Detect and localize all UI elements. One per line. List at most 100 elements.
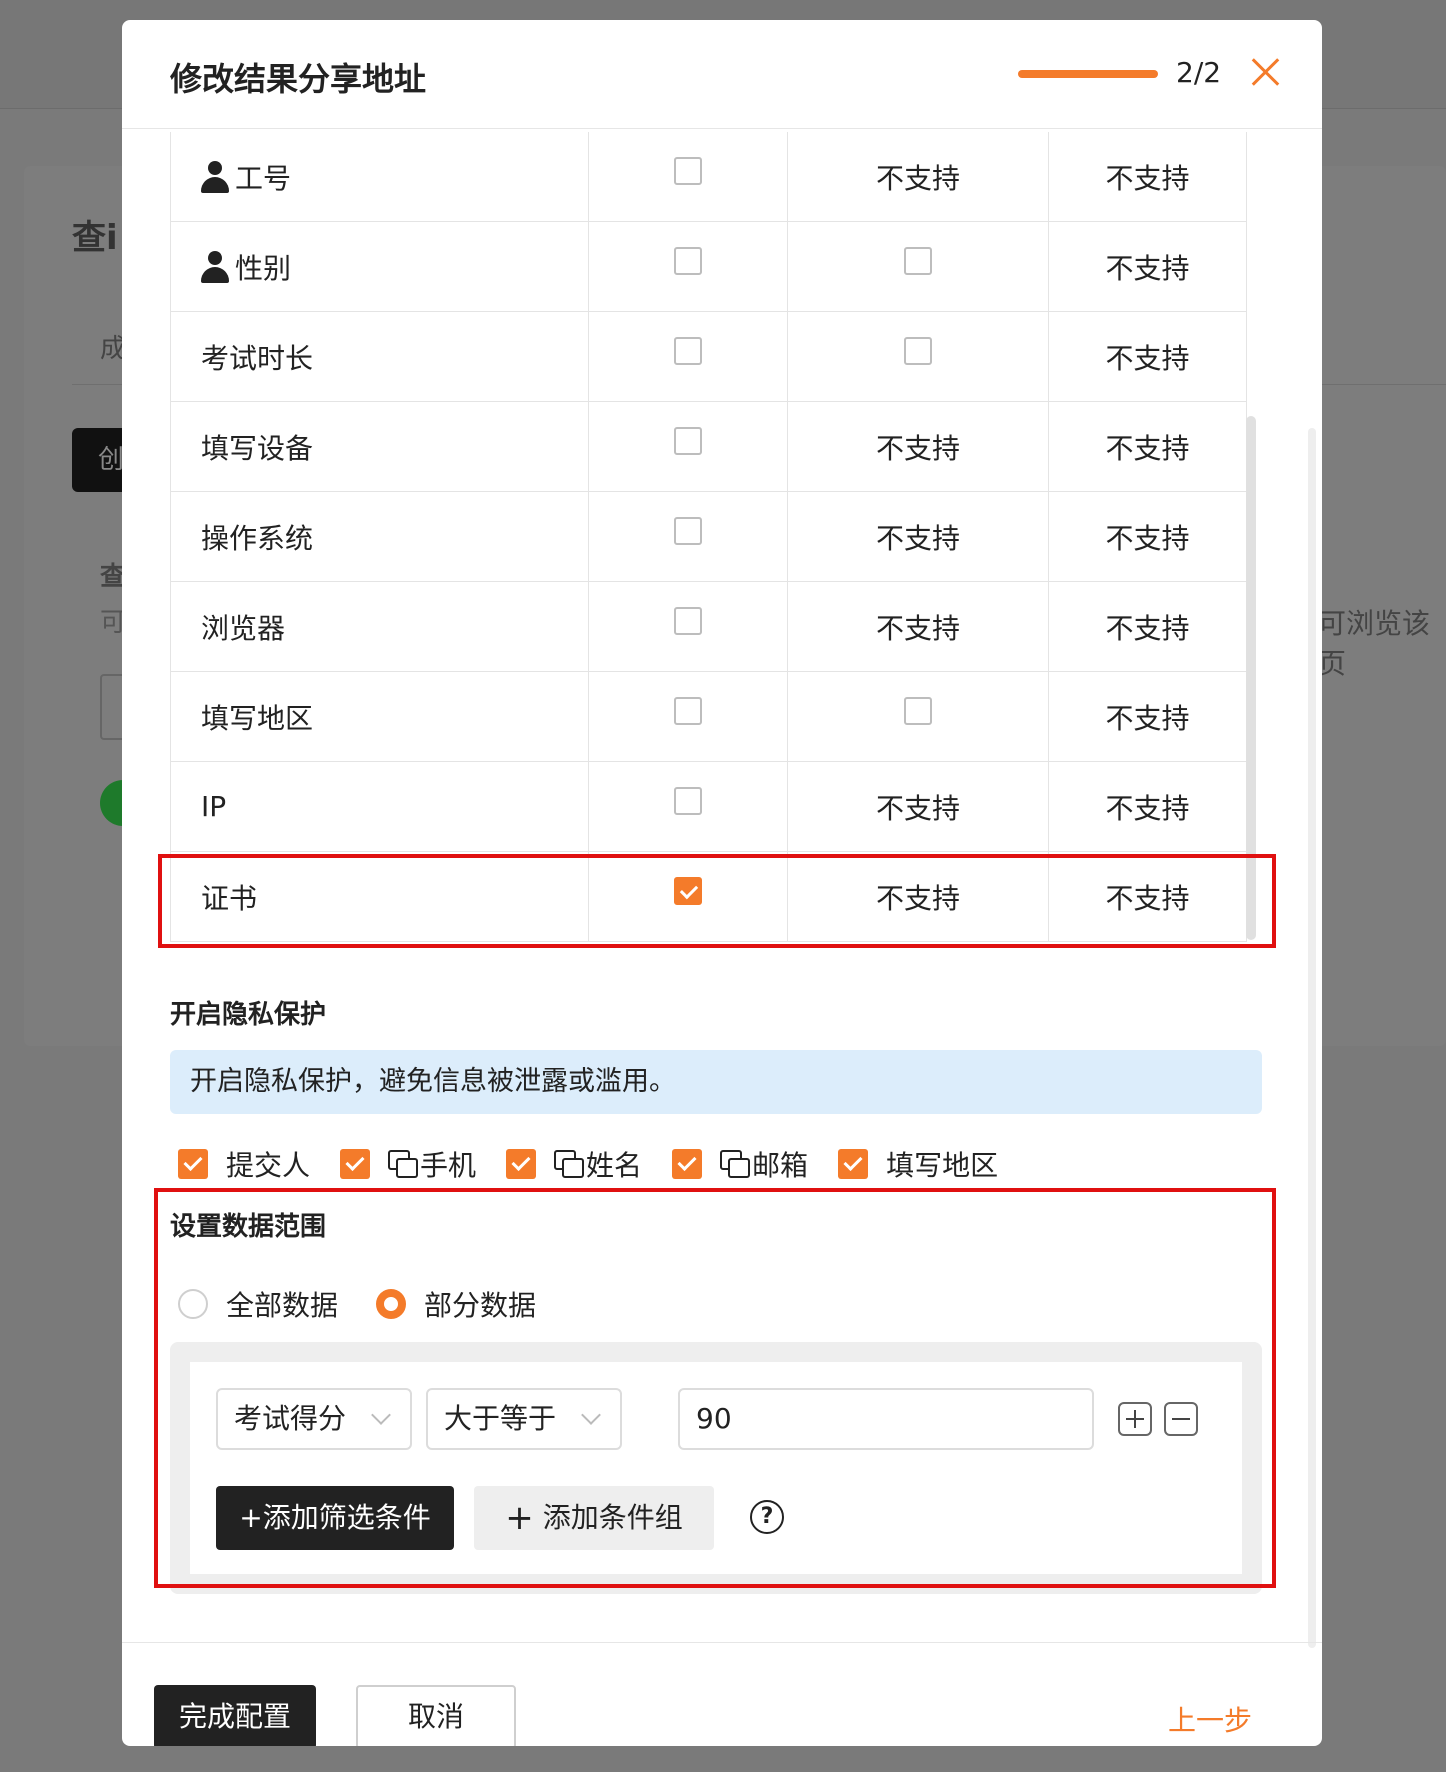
unsupported-text: 不支持 xyxy=(1105,701,1190,735)
table-scrollbar[interactable] xyxy=(1246,416,1256,940)
col4-cell: 不支持 xyxy=(1049,852,1247,941)
col4-cell: 不支持 xyxy=(1049,132,1247,221)
privacy-option[interactable]: 填写地区 xyxy=(838,1144,998,1184)
filter-field-select[interactable]: 考试得分 xyxy=(216,1388,412,1450)
unsupported-text: 不支持 xyxy=(1105,431,1190,465)
field-name-cell: IP xyxy=(171,762,589,851)
checkbox[interactable] xyxy=(674,786,702,815)
col3-cell: 不支持 xyxy=(788,132,1049,221)
unsupported-text: 不支持 xyxy=(1105,521,1190,555)
show-column-cell xyxy=(589,222,788,311)
field-name-label: 工号 xyxy=(235,161,292,195)
filter-value-input[interactable]: 90 xyxy=(678,1388,1094,1450)
unsupported-text: 不支持 xyxy=(875,881,960,915)
user-icon xyxy=(201,250,229,283)
privacy-option[interactable]: 手机 xyxy=(340,1144,476,1184)
unsupported-text: 不支持 xyxy=(875,521,960,555)
table-row: 填写地区 不支持 xyxy=(171,672,1247,762)
add-condition-plus-icon[interactable] xyxy=(1118,1402,1152,1436)
col4-cell: 不支持 xyxy=(1049,582,1247,671)
unsupported-text: 不支持 xyxy=(1105,251,1190,285)
modal-header: 修改结果分享地址 2/2 xyxy=(122,20,1322,129)
col3-cell: 不支持 xyxy=(788,492,1049,581)
checkbox[interactable] xyxy=(674,246,702,275)
field-name-label: 浏览器 xyxy=(201,611,286,645)
step-indicator: 2/2 xyxy=(1176,56,1222,89)
radio-all-indicator[interactable] xyxy=(178,1289,208,1319)
checkbox[interactable] xyxy=(674,516,702,545)
checkbox-checked[interactable] xyxy=(340,1149,371,1179)
show-column-cell xyxy=(589,402,788,491)
field-name-cell: 浏览器 xyxy=(171,582,589,671)
privacy-option[interactable]: 邮箱 xyxy=(672,1144,808,1184)
col3-cell: 不支持 xyxy=(788,402,1049,491)
checkbox[interactable] xyxy=(904,336,932,365)
background-title: 查i xyxy=(72,218,118,258)
checkbox-checked[interactable] xyxy=(838,1149,869,1179)
remove-condition-minus-icon[interactable] xyxy=(1164,1402,1198,1436)
checkbox-checked[interactable] xyxy=(672,1149,703,1179)
filter-group-container: 考试得分 大于等于 90 +添加筛选条件 + 添加条件组 ? xyxy=(170,1342,1262,1594)
privacy-option-label: 邮箱 xyxy=(752,1149,809,1182)
col4-cell: 不支持 xyxy=(1049,222,1247,311)
show-column-cell xyxy=(589,762,788,851)
filter-operator-select[interactable]: 大于等于 xyxy=(426,1388,622,1450)
modal-title: 修改结果分享地址 xyxy=(170,60,427,98)
radio-all-data[interactable]: 全部数据 xyxy=(178,1284,338,1324)
add-filter-button[interactable]: +添加筛选条件 xyxy=(216,1486,454,1550)
col3-cell: 不支持 xyxy=(788,762,1049,851)
checkbox-checked[interactable] xyxy=(178,1149,208,1179)
radio-partial-label: 部分数据 xyxy=(424,1289,537,1322)
checkbox[interactable] xyxy=(904,696,932,725)
modal-footer: 完成配置 取消 上一步 xyxy=(122,1642,1322,1746)
checkbox[interactable] xyxy=(674,696,702,725)
privacy-option-label: 手机 xyxy=(420,1149,477,1182)
help-icon[interactable]: ? xyxy=(750,1500,784,1534)
cancel-button[interactable]: 取消 xyxy=(356,1685,516,1746)
table-row: 填写设备 不支持 不支持 xyxy=(171,402,1247,492)
field-name-cell: 考试时长 xyxy=(171,312,589,401)
field-name-label: 证书 xyxy=(201,881,258,915)
table-row: 操作系统 不支持 不支持 xyxy=(171,492,1247,582)
checkbox-checked[interactable] xyxy=(674,876,702,905)
privacy-option[interactable]: 提交人 xyxy=(178,1144,310,1184)
col4-cell: 不支持 xyxy=(1049,402,1247,491)
previous-step-link[interactable]: 上一步 xyxy=(1168,1699,1252,1739)
share-settings-modal: 修改结果分享地址 2/2 工号 不支持 不支持 性别 不支持 考试时长 不支持 填写设备 不支持… xyxy=(122,20,1322,1746)
show-column-cell xyxy=(589,492,788,581)
add-condition-group-label: 添加条件组 xyxy=(542,1501,683,1534)
unsupported-text: 不支持 xyxy=(1105,161,1190,195)
radio-partial-indicator[interactable] xyxy=(376,1289,407,1319)
close-icon[interactable] xyxy=(1248,54,1284,90)
plus-icon: + xyxy=(505,1498,534,1538)
field-name-label: IP xyxy=(201,790,227,823)
col4-cell: 不支持 xyxy=(1049,762,1247,851)
field-name-label: 填写地区 xyxy=(201,701,314,735)
col3-cell xyxy=(788,312,1049,401)
modal-scrollbar[interactable] xyxy=(1308,428,1316,1648)
unsupported-text: 不支持 xyxy=(1105,791,1190,825)
privacy-info-banner: 开启隐私保护，避免信息被泄露或滥用。 xyxy=(170,1050,1262,1114)
copy-icon xyxy=(554,1150,585,1178)
data-range-radio-group: 全部数据 部分数据 xyxy=(178,1284,574,1324)
checkbox[interactable] xyxy=(674,156,702,185)
checkbox[interactable] xyxy=(674,426,702,455)
checkbox[interactable] xyxy=(674,606,702,635)
checkbox-checked[interactable] xyxy=(506,1149,537,1179)
field-name-cell: 操作系统 xyxy=(171,492,589,581)
add-condition-group-button[interactable]: + 添加条件组 xyxy=(474,1486,714,1550)
col3-cell xyxy=(788,672,1049,761)
field-name-label: 操作系统 xyxy=(201,521,314,555)
table-row: 性别 不支持 xyxy=(171,222,1247,312)
checkbox[interactable] xyxy=(904,246,932,275)
finish-config-button[interactable]: 完成配置 xyxy=(154,1685,316,1746)
radio-partial-data[interactable]: 部分数据 xyxy=(376,1284,536,1324)
show-column-cell xyxy=(589,582,788,671)
unsupported-text: 不支持 xyxy=(875,431,960,465)
col4-cell: 不支持 xyxy=(1049,312,1247,401)
privacy-option[interactable]: 姓名 xyxy=(506,1144,642,1184)
checkbox[interactable] xyxy=(674,336,702,365)
copy-icon xyxy=(720,1150,751,1178)
show-column-cell xyxy=(589,672,788,761)
field-name-cell: 工号 xyxy=(171,132,589,221)
